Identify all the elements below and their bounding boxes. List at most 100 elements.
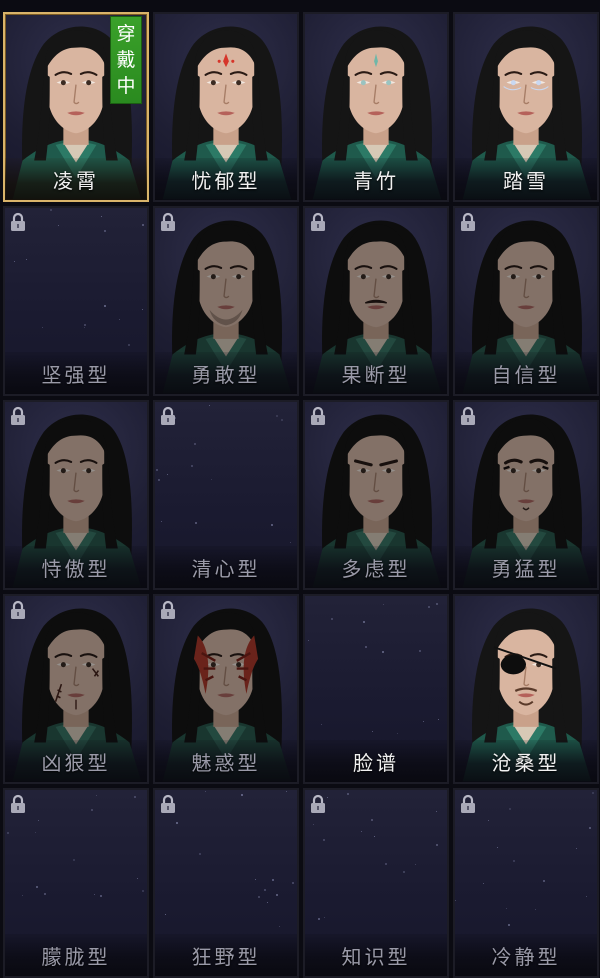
- face-style-card[interactable]: 勇猛型: [453, 400, 599, 590]
- face-style-card[interactable]: 忧郁型: [153, 12, 299, 202]
- face-style-card[interactable]: 踏雪: [453, 12, 599, 202]
- background-star: [50, 209, 52, 211]
- style-name-bar: 忧郁型: [155, 158, 297, 200]
- background-star: [286, 791, 287, 792]
- style-name-bar: 沧桑型: [455, 740, 597, 782]
- background-star: [415, 864, 416, 865]
- background-star: [156, 469, 158, 471]
- background-star: [423, 721, 424, 722]
- background-star: [279, 926, 280, 927]
- face-style-card[interactable]: 恃傲型: [3, 400, 149, 590]
- face-style-card[interactable]: 脸谱: [303, 594, 449, 784]
- background-star: [455, 900, 456, 901]
- style-name-label: 自信型: [491, 362, 561, 387]
- background-star: [96, 795, 97, 796]
- style-name-label: 狂野型: [191, 944, 261, 969]
- background-star: [272, 879, 274, 881]
- face-style-card[interactable]: 冷静型: [453, 788, 599, 978]
- background-star: [101, 216, 102, 217]
- wearing-badge-char: 中: [116, 75, 136, 97]
- background-star: [84, 327, 85, 328]
- background-star: [42, 327, 43, 328]
- background-star: [488, 820, 489, 821]
- style-name-label: 多虑型: [341, 556, 411, 581]
- style-name-bar: 踏雪: [455, 158, 597, 200]
- style-name-bar: 自信型: [455, 352, 597, 394]
- face-style-card[interactable]: 多虑型: [303, 400, 449, 590]
- background-star: [436, 844, 438, 846]
- lock-icon: [11, 600, 25, 619]
- style-name-bar: 知识型: [305, 934, 447, 976]
- style-name-label: 踏雪: [503, 168, 549, 193]
- face-style-card[interactable]: 坚强型: [3, 206, 149, 396]
- background-star: [290, 542, 291, 543]
- background-star: [58, 225, 59, 226]
- background-star: [94, 894, 95, 895]
- background-star: [104, 305, 106, 307]
- background-star: [308, 640, 309, 641]
- face-style-card[interactable]: 魅惑型: [153, 594, 299, 784]
- background-star: [255, 879, 256, 880]
- background-star: [104, 230, 106, 232]
- lock-icon: [311, 212, 325, 231]
- face-style-card[interactable]: 自信型: [453, 206, 599, 396]
- face-style-card[interactable]: 知识型: [303, 788, 449, 978]
- background-star: [142, 224, 144, 226]
- lock-icon: [461, 794, 475, 813]
- style-name-label: 忧郁型: [191, 168, 261, 193]
- background-star: [506, 908, 507, 909]
- face-style-card[interactable]: 狂野型: [153, 788, 299, 978]
- background-star: [535, 909, 536, 910]
- style-name-bar: 清心型: [155, 546, 297, 588]
- background-star: [372, 731, 373, 732]
- background-star: [497, 847, 498, 848]
- style-name-bar: 冷静型: [455, 934, 597, 976]
- background-star: [292, 882, 294, 884]
- wearing-badge-char: 穿: [116, 23, 136, 45]
- background-star: [191, 465, 193, 467]
- background-star: [327, 797, 328, 798]
- style-name-bar: 恃傲型: [5, 546, 147, 588]
- style-name-bar: 勇敢型: [155, 352, 297, 394]
- background-star: [271, 524, 273, 526]
- face-style-card[interactable]: 穿戴中凌霄: [3, 12, 149, 202]
- background-star: [205, 791, 206, 792]
- background-star: [44, 893, 46, 895]
- background-star: [371, 819, 373, 821]
- background-star: [100, 895, 102, 897]
- lock-icon: [461, 406, 475, 425]
- lock-icon: [11, 406, 25, 425]
- face-style-card[interactable]: 勇敢型: [153, 206, 299, 396]
- lock-icon: [11, 794, 25, 813]
- background-star: [158, 479, 160, 481]
- background-star: [167, 474, 168, 475]
- background-star: [267, 902, 268, 903]
- background-star: [137, 878, 138, 879]
- style-name-bar: 魅惑型: [155, 740, 297, 782]
- background-star: [321, 724, 322, 725]
- background-star: [436, 811, 437, 812]
- background-star: [576, 848, 577, 849]
- background-star: [119, 319, 120, 320]
- face-style-card[interactable]: 果断型: [303, 206, 449, 396]
- background-star: [91, 809, 93, 811]
- face-style-card[interactable]: 朦胧型: [3, 788, 149, 978]
- face-style-grid: 穿戴中凌霄忧郁型 青竹踏雪坚强型 勇敢型 果断型 自信型恃傲型 清心型 多虑型 勇猛型凶狠型魅…: [3, 12, 600, 978]
- background-star: [73, 859, 75, 861]
- face-style-card[interactable]: 沧桑型: [453, 594, 599, 784]
- background-star: [438, 719, 439, 720]
- background-star: [84, 324, 86, 326]
- style-name-label: 坚强型: [41, 362, 111, 387]
- background-star: [363, 621, 365, 623]
- face-style-card[interactable]: 青竹: [303, 12, 449, 202]
- background-star: [258, 896, 260, 898]
- style-name-bar: 果断型: [305, 352, 447, 394]
- face-style-card[interactable]: 凶狠型: [3, 594, 149, 784]
- style-name-label: 勇敢型: [191, 362, 261, 387]
- background-star: [281, 419, 283, 421]
- lock-icon: [161, 212, 175, 231]
- background-star: [483, 883, 484, 884]
- background-star: [509, 808, 511, 810]
- background-star: [361, 831, 362, 832]
- face-style-card[interactable]: 清心型: [153, 400, 299, 590]
